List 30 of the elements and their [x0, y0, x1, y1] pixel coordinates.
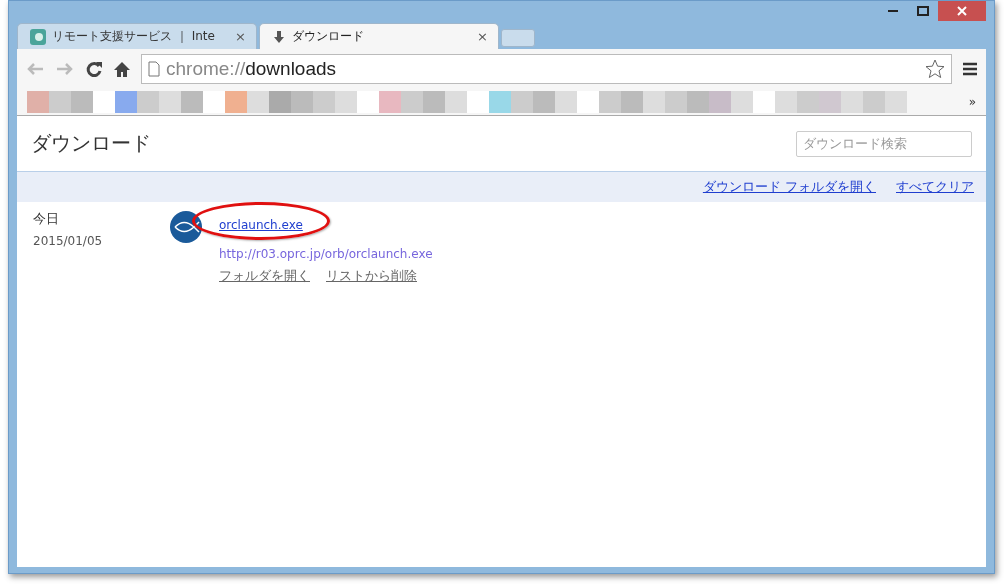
- date-heading: 今日: [33, 210, 60, 228]
- reload-icon[interactable]: [85, 60, 103, 78]
- tab-title: リモート支援サービス ｜ Inte: [52, 28, 216, 45]
- action-link[interactable]: ダウンロード フォルダを開く: [702, 178, 876, 196]
- file-link[interactable]: orclaunch.exe: [219, 218, 303, 232]
- tab-close-button[interactable]: ×: [477, 29, 488, 44]
- home-icon[interactable]: [113, 60, 131, 78]
- source-url: http://r03.oprc.jp/orb/orclaunch.exe: [219, 247, 433, 261]
- browser-tab[interactable]: リモート支援サービス ｜ Inte ×: [17, 23, 257, 49]
- bookmarks-overflow-button[interactable]: »: [968, 95, 976, 109]
- action-link[interactable]: すべてクリア: [896, 178, 974, 196]
- fish-app-icon: [169, 210, 203, 244]
- browser-tab[interactable]: ダウンロード ×: [259, 23, 499, 49]
- search-field[interactable]: ダウンロード検索: [796, 130, 972, 157]
- date-text: 2015/01/05: [33, 234, 104, 248]
- tab-close-button[interactable]: ×: [235, 29, 246, 44]
- minimize-icon: [888, 10, 898, 12]
- download-icon: [272, 29, 286, 44]
- address-field[interactable]: chrome://downloads: [141, 54, 952, 84]
- maximize-icon: [917, 6, 929, 16]
- page-icon: [148, 61, 160, 77]
- close-icon: [957, 6, 967, 16]
- close-button[interactable]: [938, 1, 986, 21]
- page-title: ダウンロード: [31, 130, 151, 157]
- menu-icon[interactable]: [962, 62, 978, 76]
- favicon-icon: [30, 28, 46, 45]
- star-icon[interactable]: [925, 59, 945, 79]
- item-action-link[interactable]: リストから削除: [326, 267, 417, 285]
- item-action-link[interactable]: フォルダを開く: [219, 267, 310, 285]
- tab-title: ダウンロード: [292, 28, 365, 45]
